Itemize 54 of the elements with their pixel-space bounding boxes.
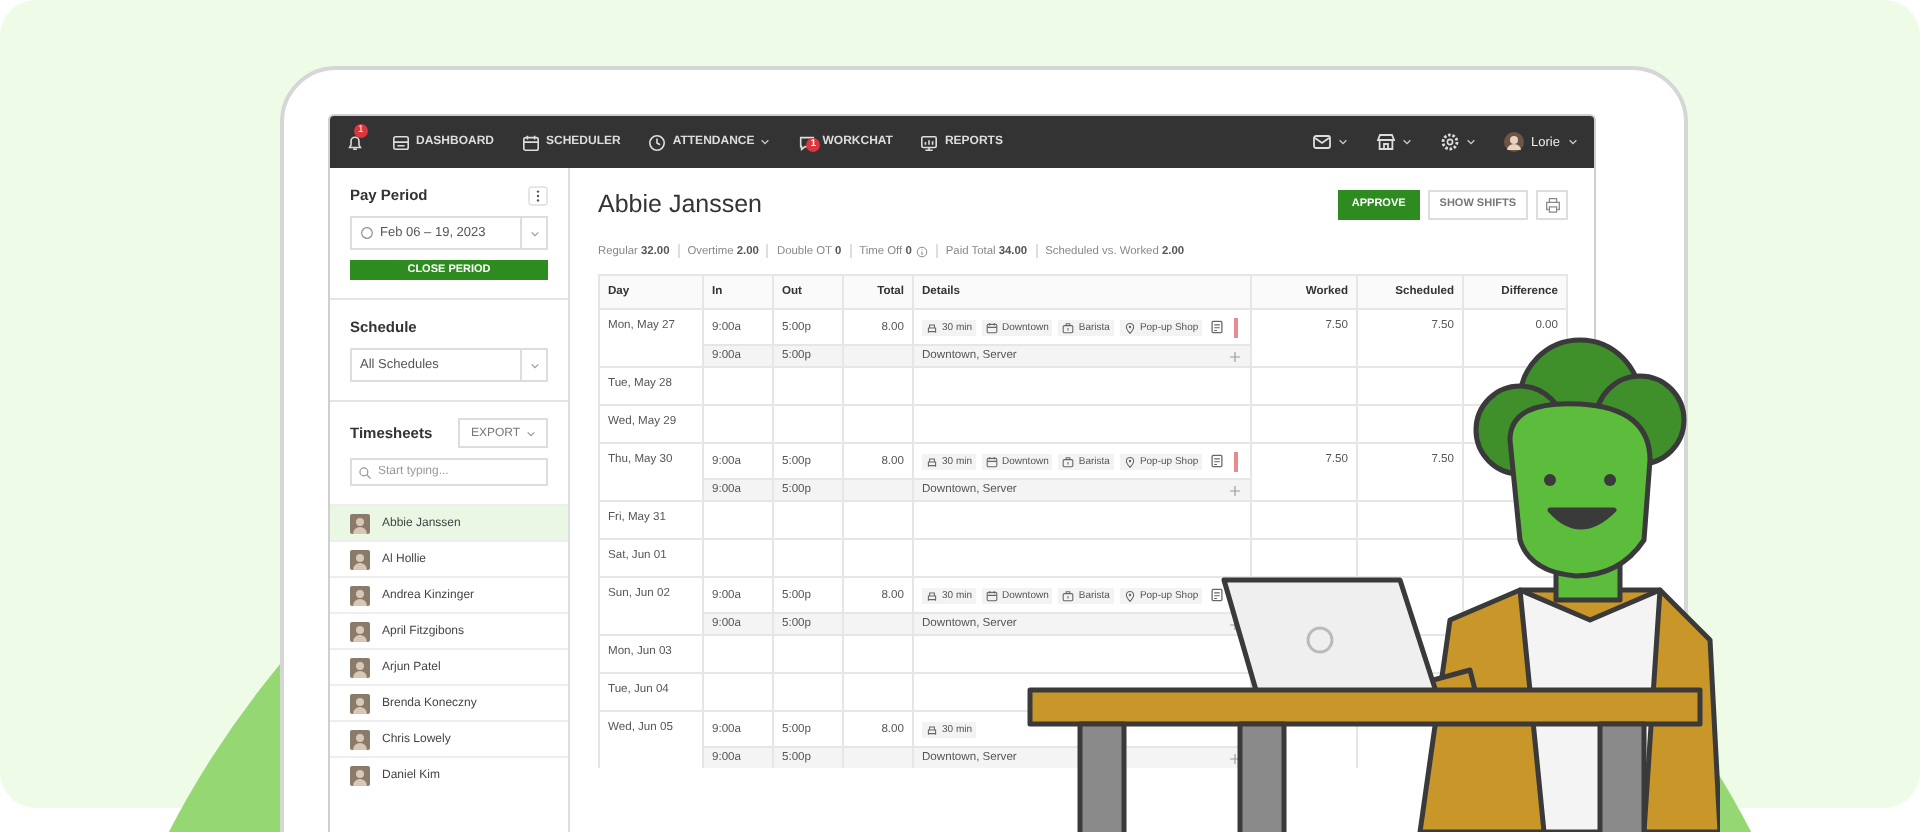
- report-icon: [920, 133, 939, 151]
- settings-icon: [1439, 132, 1460, 152]
- caret-icon: [1401, 138, 1412, 146]
- avatar-icon: [350, 513, 370, 533]
- caret-icon: [1465, 138, 1476, 146]
- caret-icon: [1568, 138, 1578, 146]
- dashboard-icon: [392, 133, 410, 151]
- avatar-icon: [350, 585, 370, 605]
- mail-icon: [1311, 132, 1332, 152]
- briefcase-icon: [1062, 589, 1075, 601]
- note-icon[interactable]: [1210, 320, 1225, 334]
- calendar-icon: [986, 589, 999, 601]
- info-icon[interactable]: [915, 245, 928, 257]
- break-icon: [926, 455, 938, 467]
- note-icon[interactable]: [1210, 588, 1225, 602]
- location-pin-icon: [1123, 321, 1136, 333]
- bell-icon[interactable]: [346, 133, 364, 151]
- break-icon: [926, 723, 938, 735]
- more-options-icon[interactable]: [528, 185, 548, 205]
- avatar-icon: [350, 621, 370, 641]
- calendar-icon: [522, 133, 540, 151]
- avatar-icon: [350, 693, 370, 713]
- break-icon: [926, 589, 938, 601]
- calendar-icon: [986, 455, 999, 467]
- menu-button[interactable]: [1375, 132, 1412, 152]
- search-icon: [358, 466, 372, 480]
- print-button[interactable]: [1536, 189, 1568, 219]
- caret-icon: [1337, 138, 1348, 146]
- caret-icon: [760, 138, 771, 146]
- print-icon: [1543, 195, 1561, 213]
- avatar-icon: [1503, 132, 1524, 152]
- clock-icon: [648, 133, 667, 151]
- location-pin-icon: [1123, 589, 1136, 601]
- calendar-icon: [986, 321, 999, 333]
- avatar-icon: [350, 657, 370, 677]
- location-pin-icon: [1123, 455, 1136, 467]
- flag-marker: [1234, 451, 1238, 471]
- note-icon[interactable]: [1210, 454, 1225, 468]
- menu-button[interactable]: [1311, 132, 1348, 152]
- break-icon: [926, 321, 938, 333]
- caret-icon: [529, 361, 539, 369]
- employee-name-title: Abbie Janssen: [598, 190, 763, 218]
- briefcase-icon: [1062, 455, 1075, 467]
- add-icon[interactable]: [1228, 751, 1242, 765]
- avatar-icon: [350, 765, 370, 785]
- flag-marker: [1234, 317, 1238, 337]
- menu-button[interactable]: [1439, 132, 1476, 152]
- radio-icon: [360, 226, 374, 240]
- caret-icon: [529, 229, 539, 237]
- caret-icon: [526, 429, 536, 437]
- briefcase-icon: [1062, 321, 1075, 333]
- avatar-icon: [350, 549, 370, 569]
- store-icon: [1375, 132, 1396, 152]
- avatar-icon: [350, 729, 370, 749]
